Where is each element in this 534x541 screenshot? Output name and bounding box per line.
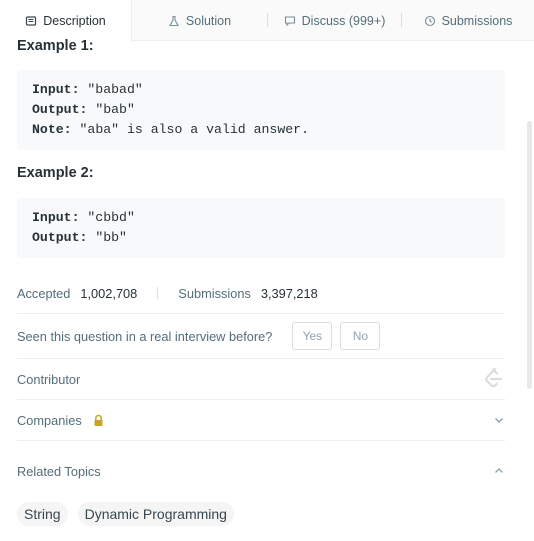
clock-icon [424,15,436,27]
example-2-title: Example 2: [17,165,94,181]
tab-discuss-label: Discuss (999+) [301,13,386,28]
submissions-value: 3,397,218 [260,285,318,301]
accepted-value: 1,002,708 [80,285,138,301]
leetcode-logo-icon [481,366,505,392]
topic-tag-dynamic-programming[interactable]: Dynamic Programming [77,502,234,526]
example-1-note-value: "aba" is also a valid answer. [71,122,309,137]
divider [17,313,505,314]
scrollbar[interactable] [527,121,532,389]
chevron-up-icon[interactable] [493,465,505,477]
interview-question-row: Seen this question in a real interview b… [17,322,505,350]
example-2-code-block: Input: "cbbd" Output: "bb" [17,198,505,258]
comment-icon [284,15,296,27]
yes-button[interactable]: Yes [292,322,333,350]
tab-solution[interactable]: Solution [132,0,267,41]
tab-discuss[interactable]: Discuss (999+) [268,0,401,41]
tab-description[interactable]: Description [0,0,132,42]
contributor-row[interactable]: Contributor [17,359,505,399]
example-1-output-value: "bab" [87,102,135,117]
related-topics-row[interactable]: Related Topics [17,451,505,491]
tab-bar: Description Solution Discuss (999+) Subm… [0,0,534,42]
example-1-note-key: Note: [32,122,72,137]
document-icon [25,15,37,27]
stats-divider [157,287,159,299]
tab-submissions[interactable]: Submissions [402,0,534,41]
interview-question-text: Seen this question in a real interview b… [17,328,273,344]
companies-label: Companies [17,412,82,428]
tab-submissions-label: Submissions [441,13,513,28]
example-1-input-value: "babad" [79,82,143,97]
related-topics-label: Related Topics [17,463,101,479]
acceptance-stats: Accepted 1,002,708 Submissions 3,397,218 [17,284,318,302]
lock-icon [92,414,105,427]
no-button[interactable]: No [340,322,381,350]
submissions-label: Submissions [178,285,251,301]
tab-solution-label: Solution [185,13,232,28]
accepted-label: Accepted [17,285,71,301]
flask-icon [168,15,180,27]
tab-description-label: Description [43,14,106,28]
example-2-input-key: Input: [32,210,80,225]
example-2-output-key: Output: [32,230,88,245]
divider [17,440,505,441]
example-2-input-value: "cbbd" [79,210,135,225]
example-1-input-key: Input: [32,82,80,97]
contributor-label: Contributor [17,371,81,387]
example-1-code-block: Input: "babad" Output: "bab" Note: "aba" i… [17,70,505,150]
topic-tags: String Dynamic Programming [17,502,234,526]
topic-tag-string[interactable]: String [17,502,68,526]
example-1-output-key: Output: [32,102,88,117]
example-2-output-value: "bb" [87,230,127,245]
chevron-down-icon[interactable] [493,414,505,426]
companies-row[interactable]: Companies [17,400,505,440]
example-1-title: Example 1: [17,38,94,54]
